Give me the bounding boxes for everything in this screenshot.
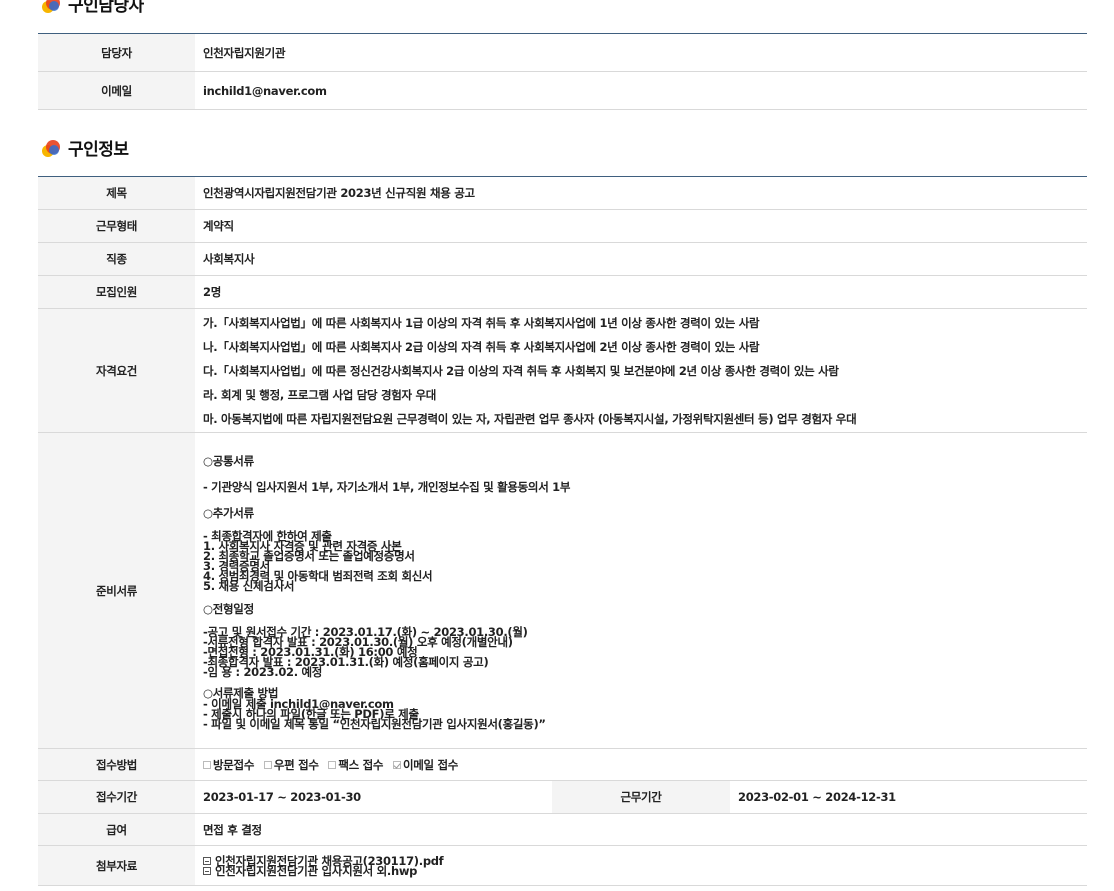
- receipt-option-fax: 팩스 접수: [328, 757, 384, 773]
- schedule-heading: ○전형일정: [203, 602, 254, 616]
- checkbox-icon: [203, 760, 211, 769]
- table-row: 접수방법 방문접수 우편 접수 팩스 접수 이메일 접수: [38, 748, 1087, 781]
- common-docs-text: - 기관양식 입사지원서 1부, 자기소개서 1부, 개인정보수집 및 활용동의…: [203, 480, 571, 494]
- table-row: 첨부자료 인천자립지원전담기관 채용공고(230117).pdf 인천자립지원전…: [38, 845, 1087, 886]
- common-docs-heading: ○공통서류: [203, 454, 254, 468]
- qualification-item: 다.「사회복지사업법」에 따른 정신건강사회복지사 2급 이상의 자격 취득 후…: [203, 363, 839, 378]
- qualification-item: 가.「사회복지사업법」에 따른 사회복지사 1급 이상의 자격 취득 후 사회복…: [203, 315, 760, 330]
- qualifications-value: 가.「사회복지사업법」에 따른 사회복지사 1급 이상의 자격 취득 후 사회복…: [195, 308, 1087, 433]
- row-label: 직종: [38, 242, 195, 276]
- row-label: 이메일: [38, 71, 195, 110]
- row-label: 모집인원: [38, 275, 195, 309]
- table-row: 준비서류 ○공통서류 - 기관양식 입사지원서 1부, 자기소개서 1부, 개인…: [38, 432, 1087, 749]
- salary-value: 면접 후 결정: [195, 813, 1087, 846]
- extra-docs-list: - 최종합격자에 한하여 제출 1. 사회복지사 자격증 및 관련 자격증 사본…: [203, 530, 1087, 592]
- job-title-value: 인천광역시자립지원전담기관 2023년 신규직원 채용 공고: [195, 176, 1087, 210]
- row-label: 근무형태: [38, 209, 195, 243]
- row-label: 접수기간: [38, 780, 195, 814]
- job-table: 제목 인천광역시자립지원전담기관 2023년 신규직원 채용 공고 근무형태 계…: [38, 176, 1087, 886]
- table-row: 모집인원 2명: [38, 275, 1087, 309]
- section-title-job: 구인정보: [40, 135, 129, 160]
- option-label: 우편 접수: [273, 757, 319, 772]
- section-title-text: 구인정보: [68, 140, 129, 160]
- contact-email-value: inchild1@naver.com: [195, 71, 1087, 110]
- row-label: 접수방법: [38, 748, 195, 781]
- table-row: 담당자 인천자립지원기관: [38, 33, 1087, 72]
- section-bullet-icon: [40, 0, 62, 15]
- checkbox-checked-icon: [392, 760, 401, 769]
- occupation-value: 사회복지사: [195, 242, 1087, 276]
- extra-docs-heading: ○추가서류: [203, 506, 254, 520]
- row-label: 자격요건: [38, 308, 195, 433]
- documents-value: ○공통서류 - 기관양식 입사지원서 1부, 자기소개서 1부, 개인정보수집 …: [195, 432, 1087, 749]
- qualification-item: 나.「사회복지사업법」에 따른 사회복지사 2급 이상의 자격 취득 후 사회복…: [203, 339, 760, 354]
- table-row: 제목 인천광역시자립지원전담기관 2023년 신규직원 채용 공고: [38, 176, 1087, 210]
- row-label: 준비서류: [38, 432, 195, 749]
- schedule-list: -공고 및 원서접수 기간 : 2023.01.17.(화) ~ 2023.01…: [203, 626, 1087, 678]
- row-label: 첨부자료: [38, 845, 195, 886]
- receipt-option-email: 이메일 접수: [392, 757, 459, 773]
- contact-person-value: 인천자립지원기관: [195, 33, 1087, 72]
- table-row: 직종 사회복지사: [38, 242, 1087, 276]
- attachment-link[interactable]: 인천자립지원전담기관 입사지원서 외.hwp: [203, 863, 1087, 878]
- row-label: 제목: [38, 176, 195, 210]
- table-row: 근무형태 계약직: [38, 209, 1087, 243]
- receipt-period-value: 2023-01-17 ~ 2023-01-30: [195, 780, 552, 814]
- list-item: -최종합격자 발표 : 2023.01.31.(화) 예정(홈페이지 공고): [203, 655, 489, 669]
- checkbox-icon: [328, 760, 337, 769]
- receipt-option-mail: 우편 접수: [263, 757, 319, 773]
- file-icon: [203, 866, 211, 875]
- table-row: 급여 면접 후 결정: [38, 813, 1087, 846]
- submit-method-list: ○서류제출 방법 - 이메일 제출 inchild1@naver.com - 제…: [203, 687, 1087, 731]
- row-label: 급여: [38, 813, 195, 846]
- table-row: 자격요건 가.「사회복지사업법」에 따른 사회복지사 1급 이상의 자격 취득 …: [38, 308, 1087, 433]
- file-icon: [203, 856, 211, 865]
- option-label: 방문접수: [213, 757, 255, 772]
- list-item: 4. 성범죄경력 및 아동학대 범죄전력 조회 회신서: [203, 569, 433, 583]
- option-label: 이메일 접수: [402, 757, 459, 772]
- employment-type-value: 계약직: [195, 209, 1087, 243]
- receipt-option-visit: 방문접수: [203, 757, 254, 773]
- contact-table: 담당자 인천자립지원기관 이메일 inchild1@naver.com: [38, 33, 1087, 110]
- headcount-value: 2명: [195, 275, 1087, 309]
- section-bullet-icon: [40, 137, 62, 159]
- qualification-item: 라. 회계 및 행정, 프로그램 사업 담당 경험자 우대: [203, 387, 437, 402]
- row-label: 담당자: [38, 33, 195, 72]
- section-title-contact: 구인담당자: [40, 0, 144, 16]
- work-period-value: 2023-02-01 ~ 2024-12-31: [730, 780, 1087, 814]
- section-title-text: 구인담당자: [68, 0, 144, 16]
- option-label: 팩스 접수: [338, 757, 384, 772]
- table-row: 이메일 inchild1@naver.com: [38, 71, 1087, 110]
- attachments-value: 인천자립지원전담기관 채용공고(230117).pdf 인천자립지원전담기관 입…: [195, 845, 1087, 886]
- qualification-item: 마. 아동복지법에 따른 자립지원전담요원 근무경력이 있는 자, 자립관련 업…: [203, 411, 857, 426]
- list-item: 2. 최종학교 졸업증명서 또는 졸업예정증명서: [203, 549, 415, 563]
- checkbox-icon: [263, 760, 272, 769]
- receipt-method-value: 방문접수 우편 접수 팩스 접수 이메일 접수: [195, 748, 1087, 781]
- table-row: 접수기간 2023-01-17 ~ 2023-01-30 근무기간 2023-0…: [38, 780, 1087, 814]
- attachment-filename: 인천자립지원전담기관 입사지원서 외.hwp: [215, 863, 418, 878]
- list-item: - 파일 및 이메일 제목 통일 “인천자립지원전담기관 입사지원서(홍길동)”: [203, 717, 546, 731]
- row-label: 근무기간: [552, 780, 730, 814]
